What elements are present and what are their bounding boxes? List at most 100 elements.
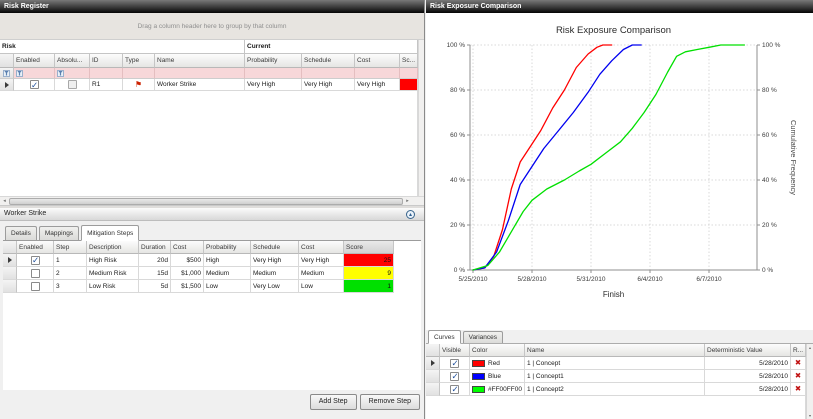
col-header-name[interactable]: Name [155,54,245,68]
col-header-probability[interactable]: Probability [204,241,251,254]
remove-step-button[interactable]: Remove Step [360,394,420,410]
step-cell[interactable]: 2 [54,267,87,280]
duration-cell[interactable]: 5d [139,280,171,293]
schedule-cell[interactable]: Very High [251,254,299,267]
visible-cell[interactable] [440,370,470,383]
tab-mappings[interactable]: Mappings [39,226,79,240]
filter-probability-cell[interactable] [245,68,302,79]
col-header-probability[interactable]: Probability [245,54,302,68]
table-row[interactable]: 3 Low Risk 5d $1,500 Low Very Low Low 1 [3,280,421,293]
absolute-checkbox[interactable] [68,80,77,89]
vertical-scrollbar[interactable]: ▴▾ [806,344,813,419]
col-header-schedule[interactable]: Schedule [302,54,355,68]
curve-name-cell[interactable]: 1 | Concept2 [525,383,705,396]
cost-impact-cell[interactable]: Very High [299,254,344,267]
filter-absolute-cell[interactable] [55,68,90,79]
visible-cell[interactable] [440,383,470,396]
remove-curve-icon[interactable]: ✖ [795,372,801,380]
tab-variances[interactable]: Variances [463,331,503,343]
duration-cell[interactable]: 15d [139,267,171,280]
visible-checkbox[interactable] [450,385,459,394]
table-row[interactable]: Blue 1 | Concept1 5/28/2010 ✖ [426,370,806,383]
remove-cell[interactable]: ✖ [791,370,806,383]
cost-cell[interactable]: $500 [171,254,204,267]
table-row[interactable]: #FF00FF00 1 | Concept2 5/28/2010 ✖ [426,383,806,396]
filter-schedule-cell[interactable] [302,68,355,79]
cost-cell[interactable]: $1,500 [171,280,204,293]
col-header-remove[interactable]: R... [791,344,806,357]
col-header-id[interactable]: ID [90,54,123,68]
col-header-absolute[interactable]: Absolu... [55,54,90,68]
risk-schedule-cell[interactable]: Very High [302,79,355,91]
col-header-step[interactable]: Step [54,241,87,254]
remove-curve-icon[interactable]: ✖ [795,385,801,393]
table-row[interactable]: 2 Medium Risk 15d $1,000 Medium Medium M… [3,267,421,280]
filter-funnel-icon[interactable] [57,70,64,77]
curve-name-cell[interactable]: 1 | Concept [525,357,705,370]
risk-name-cell[interactable]: Worker Strike [155,79,245,91]
scroll-down-arrow[interactable]: ▾ [809,413,811,418]
risk-cost-cell[interactable]: Very High [355,79,400,91]
risk-score-cell[interactable] [400,79,418,91]
filter-score-cell[interactable] [400,68,418,79]
band-header-current[interactable]: Current [245,40,418,54]
enabled-cell[interactable] [17,267,54,280]
col-header-cost[interactable]: Cost [171,241,204,254]
col-header-score[interactable]: Score [344,241,394,254]
scroll-left-arrow[interactable]: ◂ [0,197,9,205]
table-row[interactable]: 1 High Risk 20d $500 High Very High Very… [3,254,421,267]
description-cell[interactable]: High Risk [87,254,139,267]
cost-impact-cell[interactable]: Low [299,280,344,293]
curve-name-cell[interactable]: 1 | Concept1 [525,370,705,383]
col-header-name[interactable]: Name [525,344,705,357]
vertical-scrollbar[interactable] [418,40,424,196]
table-row[interactable]: Red 1 | Concept 5/28/2010 ✖ [426,357,806,370]
col-header-color[interactable]: Color [470,344,525,357]
schedule-cell[interactable]: Medium [251,267,299,280]
visible-checkbox[interactable] [450,359,459,368]
score-cell[interactable]: 9 [344,267,394,280]
enabled-checkbox[interactable] [31,269,40,278]
color-cell[interactable]: Red [470,357,525,370]
enabled-cell[interactable] [14,79,55,91]
filter-type-cell[interactable] [123,68,155,79]
visible-checkbox[interactable] [450,372,459,381]
col-header-schedule[interactable]: Schedule [251,241,299,254]
probability-cell[interactable]: Medium [204,267,251,280]
enabled-checkbox[interactable] [30,80,39,89]
enabled-cell[interactable] [17,254,54,267]
col-header-duration[interactable]: Duration [139,241,171,254]
filter-name-cell[interactable] [155,68,245,79]
col-header-score[interactable]: Sc... [400,54,418,68]
remove-cell[interactable]: ✖ [791,357,806,370]
filter-icon[interactable] [3,70,10,77]
col-header-cost[interactable]: Cost [355,54,400,68]
col-header-visible[interactable]: Visible [440,344,470,357]
probability-cell[interactable]: Low [204,280,251,293]
band-header-risk[interactable]: Risk [0,40,245,54]
tab-curves[interactable]: Curves [428,330,461,344]
remove-cell[interactable]: ✖ [791,383,806,396]
tab-details[interactable]: Details [5,226,37,240]
score-cell[interactable]: 25 [344,254,394,267]
cost-cell[interactable]: $1,000 [171,267,204,280]
probability-cell[interactable]: High [204,254,251,267]
absolute-cell[interactable] [55,79,90,91]
enabled-checkbox[interactable] [31,282,40,291]
col-header-description[interactable]: Description [87,241,139,254]
group-by-drop-area[interactable]: Drag a column header here to group by th… [0,13,424,40]
scroll-thumb[interactable] [9,198,403,205]
tab-mitigation-steps[interactable]: Mitigation Steps [81,225,139,241]
col-header-type[interactable]: Type [123,54,155,68]
risk-type-cell[interactable]: ⚑ [123,79,155,91]
col-header-cost-impact[interactable]: Cost [299,241,344,254]
col-header-enabled[interactable]: Enabled [17,241,54,254]
enabled-cell[interactable] [17,280,54,293]
deterministic-value-cell[interactable]: 5/28/2010 [705,370,791,383]
duration-cell[interactable]: 20d [139,254,171,267]
filter-cost-cell[interactable] [355,68,400,79]
visible-cell[interactable] [440,357,470,370]
horizontal-scrollbar[interactable]: ◂ ▸ [0,196,424,205]
deterministic-value-cell[interactable]: 5/28/2010 [705,383,791,396]
deterministic-value-cell[interactable]: 5/28/2010 [705,357,791,370]
